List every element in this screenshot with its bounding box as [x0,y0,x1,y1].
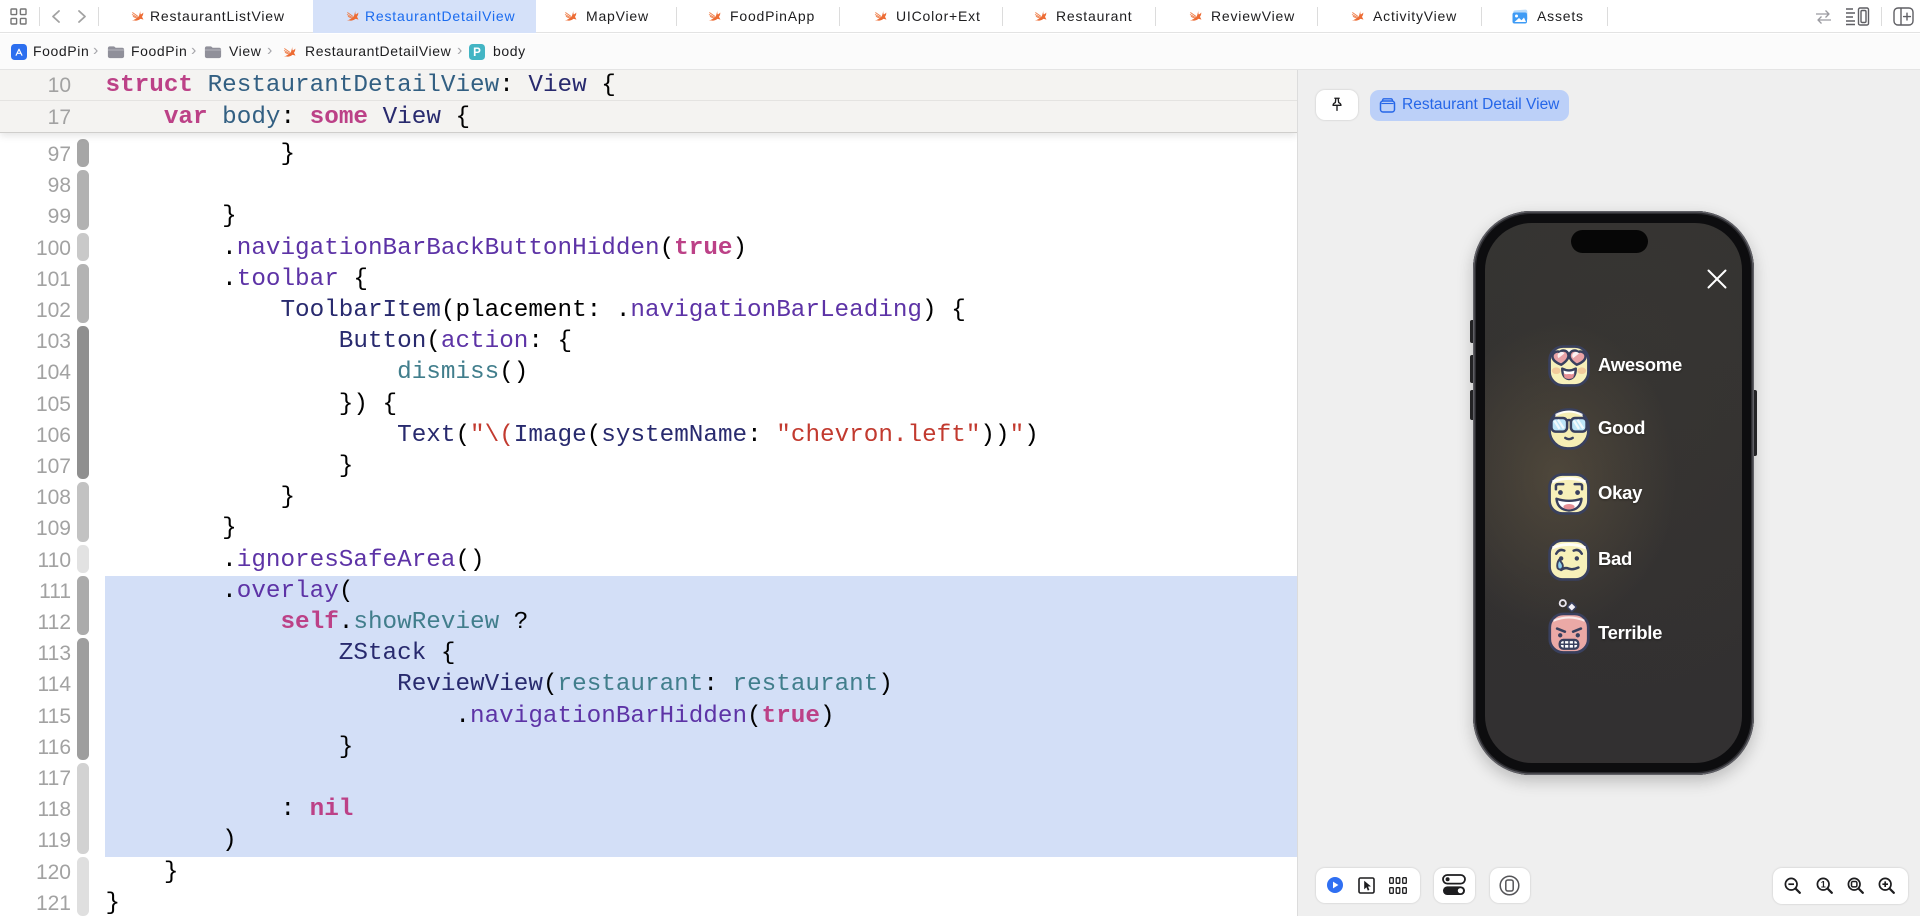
svg-text:P: P [473,47,481,59]
svg-text:1: 1 [1820,879,1825,889]
